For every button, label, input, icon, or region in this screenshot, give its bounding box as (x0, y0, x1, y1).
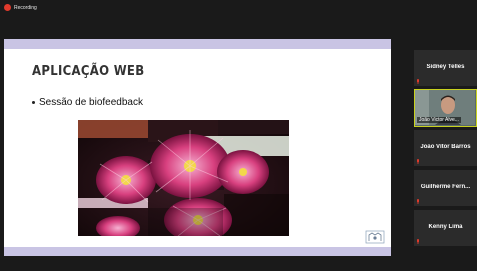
slide-bullet: Sessão de biofeedback (32, 97, 143, 108)
participant-name: João Vitor Barros (420, 144, 471, 150)
participant-name: João Victor Alve... (417, 117, 461, 123)
institution-logo (365, 230, 385, 244)
slide-bottom-band (4, 247, 391, 256)
participant-name: Sidney Telles (426, 64, 465, 70)
participant-strip: Sidney Telles João Victor Alve... João V… (414, 0, 477, 271)
slide-top-band (4, 39, 391, 49)
mic-muted-icon (417, 159, 419, 164)
slide-title: APLICAÇÃO WEB (32, 64, 145, 79)
participant-tile[interactable]: João Vitor Barros (414, 130, 477, 166)
recording-indicator[interactable]: Recording (4, 4, 37, 11)
recording-label: Recording (14, 4, 37, 11)
participant-tile-active-speaker[interactable]: João Victor Alve... (414, 89, 477, 127)
flower-image (78, 120, 289, 236)
bullet-icon (32, 101, 35, 104)
participant-tile[interactable]: Guilherme Fern... (414, 170, 477, 206)
participant-tile[interactable]: Sidney Telles (414, 50, 477, 86)
participant-tile[interactable]: Kenny Lima (414, 210, 477, 246)
participant-name: Kenny Lima (428, 224, 463, 230)
pink-flower-photo (78, 120, 289, 236)
mic-muted-icon (417, 239, 419, 244)
shared-slide: APLICAÇÃO WEB Sessão de biofeedback (4, 39, 391, 256)
bullet-text: Sessão de biofeedback (39, 97, 143, 108)
participant-name: Guilherme Fern... (420, 184, 471, 190)
recording-dot-icon (4, 4, 11, 11)
mic-muted-icon (417, 79, 419, 84)
meeting-window: Recording APLICAÇÃO WEB Sessão de biofee… (0, 0, 477, 271)
mic-muted-icon (417, 199, 419, 204)
